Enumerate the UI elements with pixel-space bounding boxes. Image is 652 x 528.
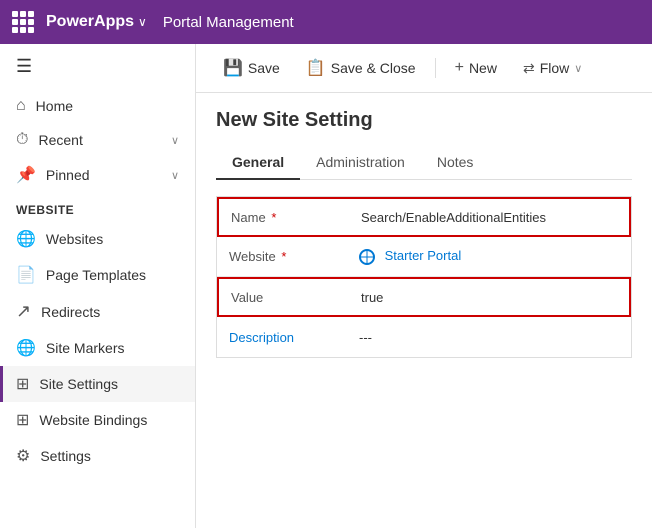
sidebar-section-website: Website: [0, 193, 195, 221]
apps-grid-icon[interactable]: [12, 11, 34, 33]
description-value[interactable]: ---: [347, 322, 631, 353]
sidebar-item-home[interactable]: ⌂ Home: [0, 89, 195, 123]
save-button[interactable]: 💾 Save: [212, 52, 291, 84]
pin-icon: 📌: [16, 165, 36, 185]
sidebar-item-page-templates[interactable]: 📄 Page Templates: [0, 257, 195, 293]
form-title: New Site Setting: [216, 109, 632, 132]
hamburger-icon[interactable]: ☰: [0, 44, 195, 89]
main-layout: ☰ ⌂ Home ⏱ Recent ∨ 📌 Pinned ∨ Website 🌐…: [0, 44, 652, 528]
chevron-down-icon: ∨: [171, 169, 179, 182]
description-field-row: Description ---: [217, 317, 631, 357]
name-field-row: Name * Search/EnableAdditionalEntities: [217, 197, 631, 237]
name-required-indicator: *: [271, 210, 276, 225]
sidebar-item-redirects[interactable]: ↗ Redirects: [0, 293, 195, 330]
form-fields: Name * Search/EnableAdditionalEntities W…: [216, 196, 632, 358]
description-label: Description: [217, 322, 347, 353]
sidebar-item-label: Websites: [46, 231, 179, 247]
toolbar-divider: [435, 58, 436, 78]
sidebar-item-label: Pinned: [46, 167, 161, 183]
save-close-button[interactable]: 📋 Save & Close: [295, 52, 427, 84]
value-field-row: Value true: [217, 277, 631, 317]
tab-bar: General Administration Notes: [216, 146, 632, 180]
content-area: 💾 Save 📋 Save & Close + New ⇄ Flow ∨ New…: [196, 44, 652, 528]
app-name: PowerApps: [46, 13, 134, 31]
save-label: Save: [248, 60, 280, 76]
sidebar: ☰ ⌂ Home ⏱ Recent ∨ 📌 Pinned ∨ Website 🌐…: [0, 44, 196, 528]
bindings-icon: ⊞: [16, 410, 29, 430]
value-label: Value: [219, 282, 349, 313]
portal-name: Portal Management: [163, 14, 294, 31]
flow-icon: ⇄: [523, 60, 535, 77]
plus-icon: +: [455, 59, 464, 77]
sidebar-item-website-bindings[interactable]: ⊞ Website Bindings: [0, 402, 195, 438]
toolbar: 💾 Save 📋 Save & Close + New ⇄ Flow ∨: [196, 44, 652, 93]
redirect-icon: ↗: [16, 301, 31, 322]
flow-button[interactable]: ⇄ Flow ∨: [512, 54, 593, 83]
tab-notes[interactable]: Notes: [421, 146, 490, 180]
save-close-label: Save & Close: [331, 60, 416, 76]
sidebar-item-label: Home: [36, 98, 179, 114]
sidebar-item-label: Website Bindings: [39, 412, 179, 428]
app-chevron[interactable]: ∨: [138, 15, 147, 29]
new-label: New: [469, 60, 497, 76]
settings-grid-icon: ⊞: [16, 374, 29, 394]
gear-icon: ⚙: [16, 446, 30, 466]
sidebar-item-label: Settings: [40, 448, 179, 464]
recent-icon: ⏱: [16, 131, 28, 149]
topbar: PowerApps ∨ Portal Management: [0, 0, 652, 44]
sidebar-item-label: Site Settings: [39, 376, 179, 392]
tab-general[interactable]: General: [216, 146, 300, 180]
website-value[interactable]: Starter Portal: [347, 240, 631, 273]
name-label: Name *: [219, 202, 349, 233]
home-icon: ⌂: [16, 97, 26, 115]
flow-label: Flow: [540, 60, 570, 76]
sidebar-item-label: Recent: [38, 132, 160, 148]
globe-icon: 🌐: [16, 229, 36, 249]
sidebar-item-site-settings[interactable]: ⊞ Site Settings: [0, 366, 195, 402]
form-area: New Site Setting General Administration …: [196, 93, 652, 528]
new-button[interactable]: + New: [444, 53, 508, 83]
sidebar-item-recent[interactable]: ⏱ Recent ∨: [0, 123, 195, 157]
save-icon: 💾: [223, 58, 243, 78]
website-label: Website *: [217, 241, 347, 272]
save-close-icon: 📋: [306, 58, 326, 78]
sidebar-item-settings[interactable]: ⚙ Settings: [0, 438, 195, 474]
globe-icon: [359, 249, 375, 265]
sidebar-item-label: Redirects: [41, 304, 179, 320]
page-icon: 📄: [16, 265, 36, 285]
chevron-down-icon: ∨: [171, 134, 179, 147]
marker-icon: 🌐: [16, 338, 36, 358]
sidebar-item-label: Page Templates: [46, 267, 179, 283]
sidebar-item-websites[interactable]: 🌐 Websites: [0, 221, 195, 257]
sidebar-item-site-markers[interactable]: 🌐 Site Markers: [0, 330, 195, 366]
tab-administration[interactable]: Administration: [300, 146, 421, 180]
sidebar-item-pinned[interactable]: 📌 Pinned ∨: [0, 157, 195, 193]
name-value[interactable]: Search/EnableAdditionalEntities: [349, 202, 629, 233]
website-required-indicator: *: [281, 249, 286, 264]
flow-chevron-icon: ∨: [574, 62, 582, 75]
website-field-row: Website * Starter Portal: [217, 237, 631, 277]
value-input[interactable]: true: [349, 282, 629, 313]
sidebar-item-label: Site Markers: [46, 340, 179, 356]
